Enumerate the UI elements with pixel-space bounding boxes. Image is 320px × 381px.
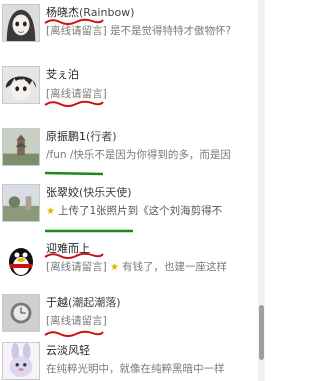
green-underline-decoration: [45, 229, 133, 233]
contact-name: 芠ぇ泊: [46, 68, 79, 81]
contact-row[interactable]: 于越(潮起潮落) [离线请留言]: [0, 290, 258, 340]
red-underline-decoration: [44, 330, 104, 337]
contact-row[interactable]: 张翠姣(快乐天使) ★ 上传了1张照片到《这个刘海剪得不: [0, 180, 258, 233]
contact-name: 于越(潮起潮落): [46, 296, 121, 309]
penguin-avatar-icon[interactable]: [2, 240, 40, 278]
manga-girl-avatar-icon[interactable]: [2, 4, 40, 42]
contact-row[interactable]: 云淡风轻 在纯粹光明中，就像在纯粹黑暗中一样: [0, 338, 258, 381]
contact-nickname: (快乐天使): [79, 186, 132, 199]
scrollbar-track[interactable]: [258, 0, 265, 381]
pagoda-photo-avatar-icon[interactable]: [2, 128, 40, 166]
contact-status: 在纯粹光明中，就像在纯粹黑暗中一样: [46, 363, 225, 375]
contact-status: [离线请留言]: [46, 315, 107, 327]
contact-row[interactable]: 原振鹏1(行者) /fun /快乐不是因为你得到的多，而是因: [0, 124, 258, 176]
contact-status: ★ 上传了1张照片到《这个刘海剪得不: [46, 205, 223, 217]
contact-name: 原振鹏1(行者): [46, 130, 117, 143]
contact-name: 张翠姣(快乐天使): [46, 186, 132, 199]
green-underline-decoration: [44, 171, 104, 176]
watch-photo-avatar-icon[interactable]: [2, 294, 40, 332]
red-underline-decoration: [44, 252, 104, 259]
scrollbar-thumb[interactable]: [259, 305, 264, 360]
star-icon: ★: [46, 206, 55, 217]
red-underline-decoration: [44, 100, 104, 107]
contact-list: 杨晓杰(Rainbow) [离线请留言] 是不是觉得特特才傲物怀? 芠ぇ泊 [离…: [0, 0, 258, 381]
contact-row[interactable]: 杨晓杰(Rainbow) [离线请留言] 是不是觉得特特才傲物怀?: [0, 0, 258, 50]
contact-status: /fun /快乐不是因为你得到的多，而是因: [46, 149, 231, 161]
contact-status: [离线请留言] 是不是觉得特特才傲物怀?: [46, 25, 232, 37]
contact-row[interactable]: 迎难而上 [离线请留言] ★ 有钱了，也建一座这样: [0, 236, 258, 286]
contact-name: 云淡风轻: [46, 344, 90, 357]
contact-nickname: (潮起潮落): [68, 296, 121, 309]
outdoor-photo-avatar-icon[interactable]: [2, 184, 40, 222]
contact-nickname: (行者): [86, 130, 117, 143]
contact-status: [离线请留言] ★ 有钱了，也建一座这样: [46, 261, 228, 273]
cartoon-rabbit-avatar-icon[interactable]: [2, 342, 40, 380]
manga-boy-avatar-icon[interactable]: [2, 66, 40, 104]
contact-row[interactable]: 芠ぇ泊 [离线请留言]: [0, 62, 258, 112]
star-icon: ★: [110, 262, 120, 273]
